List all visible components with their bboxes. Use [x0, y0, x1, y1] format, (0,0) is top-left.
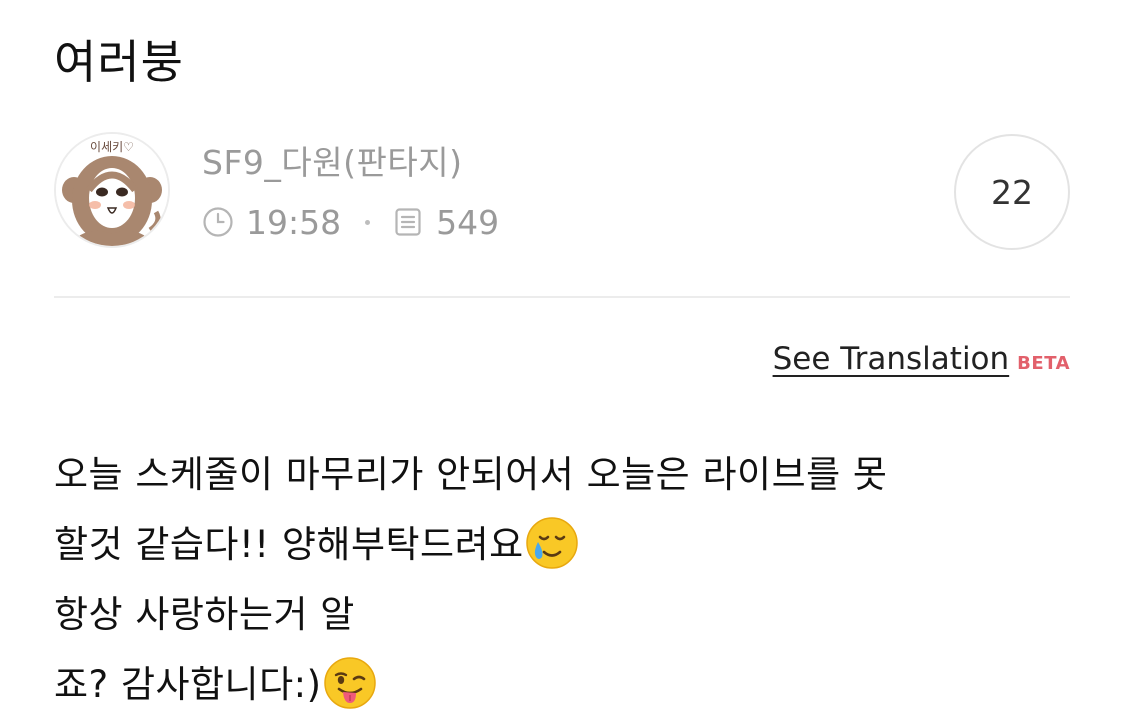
avatar-caption: 이세키♡ — [90, 140, 134, 154]
content-line: 항상 사랑하는거 알 — [54, 593, 355, 636]
beta-badge: BETA — [1017, 353, 1070, 374]
winking-face-with-tongue-emoji — [322, 655, 378, 711]
see-translation-link[interactable]: See Translation — [773, 338, 1010, 380]
content-line: 죠? 감사합니다:) — [54, 650, 1070, 720]
content-line: 오늘 스케줄이 마무리가 안되어서 오늘은 라이브를 못 — [54, 453, 888, 496]
post-time: 19:58 — [246, 202, 342, 242]
comment-count: 22 — [991, 172, 1033, 212]
author-avatar[interactable]: 이세키♡ — [54, 132, 170, 248]
author-name[interactable]: SF9_다원(판타지) — [202, 140, 462, 186]
post-title: 여러붕 — [54, 35, 184, 89]
comment-count-button[interactable]: 22 — [954, 134, 1070, 250]
clock-icon — [202, 206, 234, 238]
translation-area: See Translation BETA — [773, 338, 1070, 380]
content-line: 할것 같습다!! 양해부탁드려요 — [54, 510, 1070, 580]
document-icon — [392, 206, 424, 238]
smiling-face-with-tear-emoji — [524, 515, 580, 571]
view-count: 549 — [436, 202, 500, 242]
divider — [54, 296, 1070, 298]
meta-separator — [365, 219, 371, 225]
post-content: 오늘 스케줄이 마무리가 안되어서 오늘은 라이브를 못 할것 같습다!! 양해… — [54, 440, 1070, 720]
post-meta: 19:58 549 — [202, 198, 499, 246]
content-text: 할것 같습다!! 양해부탁드려요 — [54, 523, 524, 566]
content-text: 죠? 감사합니다:) — [54, 663, 322, 706]
